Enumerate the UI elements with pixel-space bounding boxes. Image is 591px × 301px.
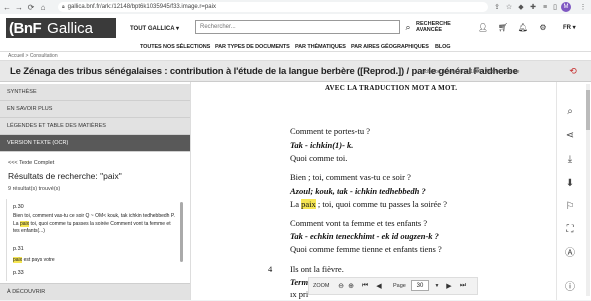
forward-arrow-icon[interactable]: → [14, 2, 24, 12]
settings-gear-icon[interactable]: ⚙ [538, 22, 548, 32]
zoom-in-icon[interactable]: ⊕ [346, 280, 356, 292]
search-scope-dropdown[interactable]: TOUT GALLICA ▾ [130, 25, 179, 32]
hit-page-link[interactable]: p.30 [13, 204, 24, 210]
page-line: Ils ont la fièvre. [290, 264, 344, 274]
page-line: Tak - ichkin(1)- k. [290, 140, 354, 150]
page-line: Comment te portes-tu ? [290, 126, 371, 136]
page-line: Tak - echkin teneckhimt - ek id ougzen-k… [290, 231, 439, 241]
page-line: ıx pri [290, 289, 309, 299]
page-number-input[interactable]: 30 [411, 280, 429, 291]
advanced-search-link[interactable]: RECHERCHE AVANCÉE [416, 21, 456, 33]
full-text-back-link[interactable]: <<< Texte Complet [8, 160, 54, 166]
search-results-list [6, 199, 182, 281]
next-page-icon[interactable]: ▶ [444, 280, 454, 292]
notification-bell-icon[interactable]: 🔔︎ [518, 22, 528, 32]
lock-icon: 🔒︎ [62, 4, 65, 10]
sidebar-toggle-icon[interactable]: ▯ [550, 2, 560, 12]
logo-gallica-text: Gallica [47, 19, 94, 37]
back-arrow-icon[interactable]: ← [2, 2, 12, 12]
fullscreen-icon[interactable]: ⛶ [563, 222, 577, 236]
download-icon[interactable]: ⬇ [563, 176, 577, 190]
language-selector[interactable]: FR ▾ [563, 24, 576, 31]
home-icon[interactable]: ⌂ [38, 2, 48, 12]
sidebar-section-legendes[interactable]: LÉGENDES ET TABLE DES MATIÈRES [0, 118, 190, 135]
page-highlight: paix [301, 199, 316, 209]
page-label: Page [393, 283, 406, 289]
hit-page-link[interactable]: p.33 [13, 270, 24, 276]
hit-snippet[interactable]: Bien toi, comment vas-tu ce soir Q ~ OM<… [13, 213, 178, 236]
page-line: La paix ; toi, quoi comme tu passes la s… [290, 199, 447, 209]
nav-item-themes[interactable]: PAR THÉMATIQUES [295, 44, 346, 50]
sidebar-section-synthese[interactable]: SYNTHÈSE [0, 84, 190, 101]
chevron-down-icon: ▾ [176, 26, 180, 32]
profile-avatar[interactable]: M [561, 2, 571, 12]
search-icon[interactable]: ⌕ [563, 104, 577, 118]
sidebar-section-a-decouvrir[interactable]: À DÉCOUVRIR [0, 283, 190, 300]
zoom-label: ZOOM [313, 283, 330, 289]
shopping-cart-icon[interactable]: 🛒︎ [498, 22, 508, 32]
language-label: FR [563, 25, 571, 31]
share-icon[interactable]: ⟲ [568, 66, 578, 76]
hit-snippet-after: est pays votre [22, 257, 55, 263]
hit-snippet[interactable]: paix est pays votre [13, 257, 178, 265]
bookmark-icon[interactable]: ⚐ [563, 199, 577, 213]
profile-initial: M [563, 4, 569, 10]
sidebar-section-en-savoir-plus[interactable]: EN SAVOIR PLUS [0, 101, 190, 118]
last-page-icon[interactable]: ⏭ [458, 280, 468, 292]
page-heading: AVEC LA TRADUCTION MOT A MOT. [325, 84, 458, 92]
nav-item-document-types[interactable]: PAR TYPES DE DOCUMENTS [215, 44, 290, 50]
page-line-start: La [290, 199, 302, 209]
download-tray-icon[interactable]: ⤓ [563, 152, 577, 166]
page-line: Term [290, 277, 309, 287]
hit-snippet-after: toi, quoi comme tu passes la soirée Comm… [13, 220, 171, 235]
hit-highlight: paix [19, 220, 30, 227]
share-icon[interactable]: ⋖ [563, 128, 577, 142]
ocr-text-icon[interactable]: Ⓐ [563, 244, 577, 259]
hit-page-link[interactable]: p.31 [13, 246, 24, 252]
breadcrumb[interactable]: Accueil > Consultation [0, 52, 591, 60]
document-author[interactable]: Faidherbe, Léon (1818-1889). Auteur du t… [418, 69, 519, 75]
zoom-out-icon[interactable]: ⊖ [336, 280, 346, 292]
nav-item-selections[interactable]: TOUTES NOS SÉLECTIONS [140, 44, 210, 50]
reload-icon[interactable]: ⟳ [26, 2, 36, 12]
hit-highlight: paix [13, 257, 23, 263]
page-line: Quoi comme femme tienne et enfants tiens… [290, 244, 442, 254]
search-icon[interactable]: ⌕ [402, 21, 414, 33]
page-number: 4 [268, 264, 273, 274]
nav-item-geographic-areas[interactable]: PAR AIRES GÉOGRAPHIQUES [351, 44, 429, 50]
page-line: Azoul; kouk, tak - ichkin tedhebbedh ? [290, 186, 426, 196]
search-input[interactable]: Rechercher... [195, 20, 400, 34]
search-placeholder: Rechercher... [200, 24, 236, 30]
results-scrollbar[interactable] [180, 202, 183, 262]
bookmark-star-icon[interactable]: ☆ [504, 2, 514, 12]
first-page-icon[interactable]: ⏮ [360, 280, 370, 292]
scope-label: TOUT GALLICA [130, 26, 175, 32]
viewer-scrollbar-thumb[interactable] [586, 90, 590, 130]
chevron-down-icon[interactable]: ▼ [433, 280, 441, 292]
browser-menu-icon[interactable]: ⋮ [578, 2, 588, 12]
share-page-icon[interactable]: ⇪ [492, 2, 502, 12]
gallica-logo[interactable]: (BnF Gallica [6, 18, 116, 38]
address-url: gallica.bnf.fr/ark:/12148/bpt6k1035945/f… [67, 4, 216, 10]
nav-item-blog[interactable]: BLOG [435, 44, 451, 50]
logo-bnf-text: (BnF [9, 19, 42, 37]
page-line: Quoi comme toi. [290, 153, 348, 163]
search-results-count: 9 résultat(s) trouvé(s) [8, 186, 61, 192]
page-line: Comment vont ta femme et tes enfants ? [290, 218, 428, 228]
page-line-end: ; toi, quoi comme tu passes la soirée ? [315, 199, 447, 209]
page-line: Bien ; toi, comment vas-tu ce soir ? [290, 172, 411, 182]
previous-page-icon[interactable]: ◀ [374, 280, 384, 292]
reading-list-icon[interactable]: ≡ [540, 2, 550, 12]
extension-icon[interactable]: ◆ [516, 2, 526, 12]
info-icon[interactable]: ⓘ [563, 278, 577, 293]
user-account-icon[interactable]: 👤︎ [478, 22, 488, 32]
address-bar[interactable]: 🔒︎ gallica.bnf.fr/ark:/12148/bpt6k103594… [58, 2, 488, 12]
sidebar-section-version-texte[interactable]: VERSION TEXTE (OCR) [0, 135, 190, 152]
search-results-title: Résultats de recherche: "paix" [8, 171, 122, 181]
extensions-puzzle-icon[interactable]: ✚ [528, 2, 538, 12]
